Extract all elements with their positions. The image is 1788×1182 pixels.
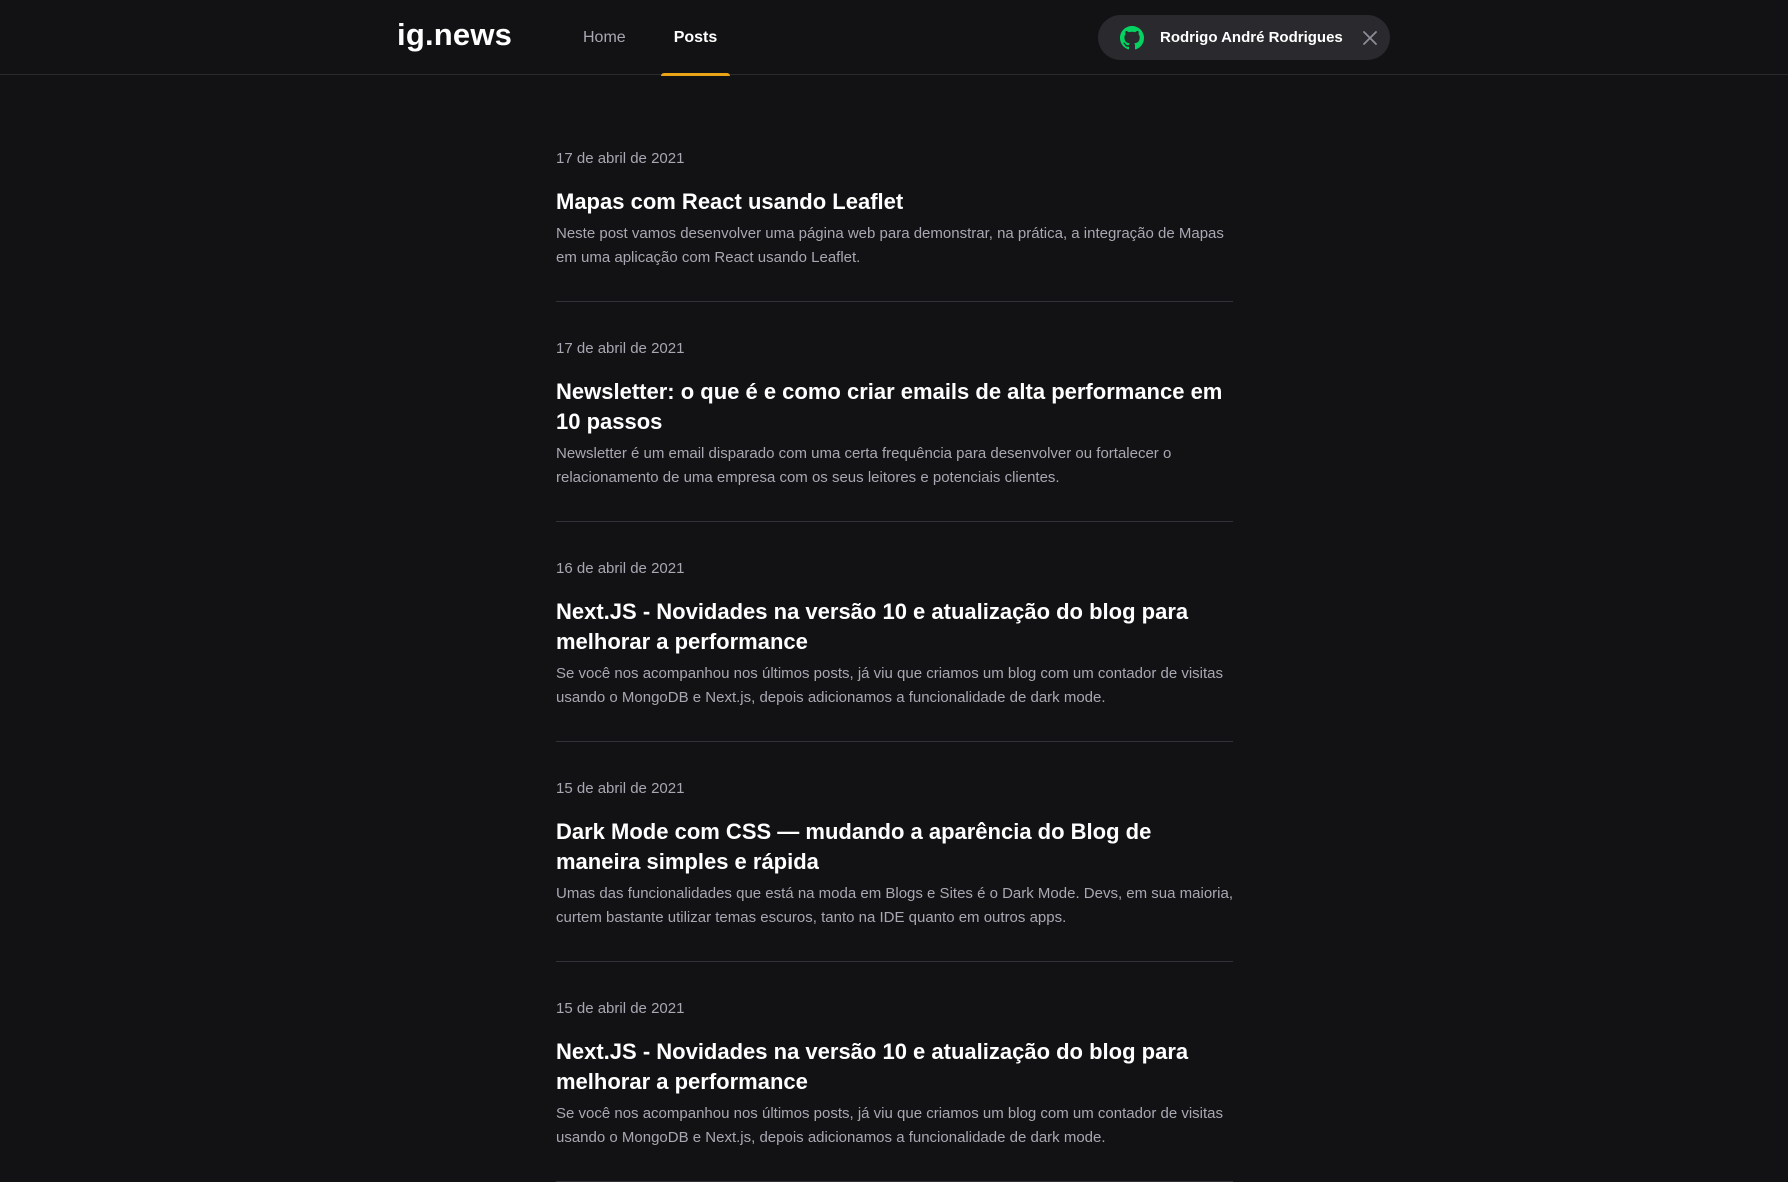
post-excerpt: Umas das funcionalidades que está na mod… [556,885,1234,926]
post-excerpt: Neste post vamos desenvolver uma página … [556,225,1224,266]
post-excerpt: Se você nos acompanhou nos últimos posts… [556,1105,1224,1146]
post-date: 16 de abril de 2021 [556,560,685,577]
logo[interactable]: ig.news [397,17,512,53]
post-title: Newsletter: o que é e como criar emails … [556,379,1223,434]
post-title: Next.JS - Novidades na versão 10 e atual… [556,1039,1189,1094]
post-excerpt: Newsletter é um email disparado com uma … [556,445,1172,486]
post-item[interactable]: 15 de abril de 2021 Dark Mode com CSS — … [556,742,1233,962]
post-title: Next.JS - Novidades na versão 10 e atual… [556,599,1189,654]
nav-link-home[interactable]: Home [570,0,639,75]
post-item[interactable]: 17 de abril de 2021 Mapas com React usan… [556,75,1233,302]
post-title: Mapas com React usando Leaflet [556,189,904,214]
post-item[interactable]: 16 de abril de 2021 Next.JS - Novidades … [556,522,1233,742]
post-date: 17 de abril de 2021 [556,150,685,167]
post-title: Dark Mode com CSS — mudando a aparência … [556,819,1152,874]
post-date: 17 de abril de 2021 [556,340,685,357]
post-excerpt: Se você nos acompanhou nos últimos posts… [556,665,1224,706]
post-date: 15 de abril de 2021 [556,1000,685,1017]
nav-link-posts[interactable]: Posts [660,0,731,76]
site-header: ig.news Home Posts Rodrigo André Rodrigu… [0,0,1788,76]
posts-list: 17 de abril de 2021 Mapas com React usan… [556,75,1233,1182]
user-name: Rodrigo André Rodrigues [1160,29,1343,46]
main-nav: Home Posts [570,0,731,76]
post-date: 15 de abril de 2021 [556,780,685,797]
github-icon [1120,25,1144,49]
close-icon[interactable] [1361,29,1379,47]
post-item[interactable]: 15 de abril de 2021 Next.JS - Novidades … [556,962,1233,1182]
post-item[interactable]: 17 de abril de 2021 Newsletter: o que é … [556,302,1233,522]
signed-in-user-button[interactable]: Rodrigo André Rodrigues [1098,15,1390,60]
